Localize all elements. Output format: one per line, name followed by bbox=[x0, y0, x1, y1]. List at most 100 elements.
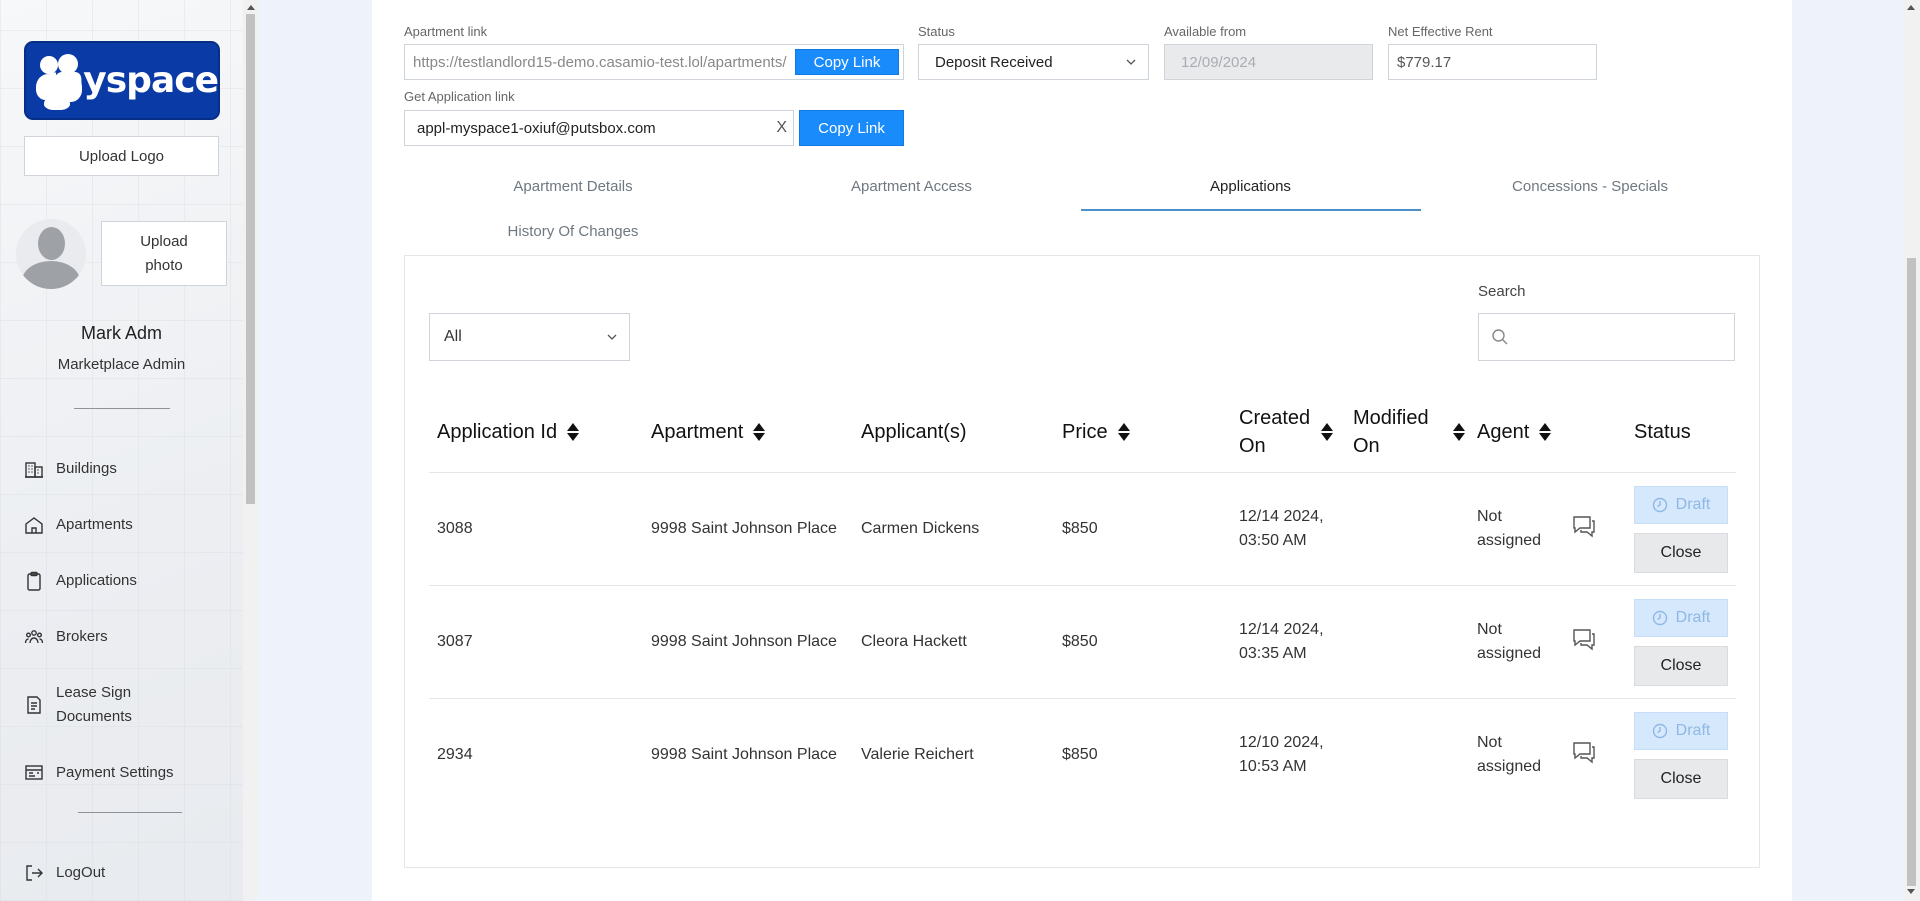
row-divider bbox=[429, 472, 1736, 473]
copy-application-link-button[interactable]: Copy Link bbox=[799, 110, 904, 146]
application-link-value: appl-myspace1-oxiuf@putsbox.com bbox=[417, 119, 656, 137]
sort-icon[interactable] bbox=[1539, 422, 1552, 442]
sidebar-item-lease-sign-documents[interactable]: Lease Sign Documents bbox=[24, 681, 166, 729]
status-select[interactable]: Deposit Received bbox=[918, 44, 1149, 80]
column-header-modified-on[interactable]: Modified On bbox=[1353, 404, 1465, 460]
row-divider bbox=[429, 698, 1736, 699]
tab-history-of-changes[interactable]: History Of Changes bbox=[404, 223, 742, 240]
page-scrollbar-thumb[interactable] bbox=[1907, 258, 1916, 886]
cell-price: $850 bbox=[1062, 746, 1098, 763]
cell-application-id[interactable]: 3087 bbox=[437, 630, 473, 654]
sort-icon[interactable] bbox=[1117, 422, 1130, 442]
created-time: 10:53 AM bbox=[1239, 758, 1307, 775]
agent-line2: assigned bbox=[1477, 532, 1542, 549]
column-header-label: Application Id bbox=[437, 421, 558, 443]
draft-status-button[interactable]: Draft bbox=[1634, 486, 1728, 524]
draft-status-button[interactable]: Draft bbox=[1634, 712, 1728, 750]
upload-photo-line1: Upload bbox=[140, 233, 188, 250]
cell-agent: Not assigned bbox=[1477, 731, 1541, 779]
close-button[interactable]: Close bbox=[1634, 533, 1728, 573]
logout-button[interactable]: LogOut bbox=[24, 861, 105, 885]
clock-icon bbox=[1652, 723, 1667, 739]
chat-icon[interactable] bbox=[1571, 514, 1597, 538]
agent-line1: Not bbox=[1477, 734, 1502, 751]
column-header-apartment[interactable]: Apartment bbox=[651, 418, 766, 446]
sidebar-item-payment-settings[interactable]: Payment Settings bbox=[24, 761, 174, 785]
cell-applicant: Carmen Dickens bbox=[861, 520, 980, 537]
chevron-down-icon bbox=[607, 334, 617, 340]
chat-icon[interactable] bbox=[1571, 627, 1597, 651]
buildings-icon bbox=[25, 462, 43, 478]
agent-line2: assigned bbox=[1477, 758, 1542, 775]
created-date: 12/10 2024, bbox=[1239, 734, 1324, 751]
draft-label: Draft bbox=[1675, 722, 1711, 739]
created-time: 03:35 AM bbox=[1239, 645, 1307, 662]
sort-icon[interactable] bbox=[753, 422, 766, 442]
sidebar-item-buildings[interactable]: Buildings bbox=[24, 457, 117, 481]
filter-value: All bbox=[444, 328, 462, 345]
tab-apartment-details[interactable]: Apartment Details bbox=[404, 178, 742, 195]
column-header-created-on[interactable]: Created On bbox=[1239, 404, 1333, 460]
sidebar-item-apartments[interactable]: Apartments bbox=[24, 513, 133, 537]
sidebar-item-label: Payment Settings bbox=[56, 764, 174, 781]
sort-icon[interactable] bbox=[1321, 422, 1333, 442]
created-date: 12/14 2024, bbox=[1239, 508, 1324, 525]
apartment-link-value: https://testlandlord15-demo.casamio-test… bbox=[413, 53, 787, 71]
column-header-label: Modified bbox=[1353, 407, 1429, 429]
net-effective-rent-label: Net Effective Rent bbox=[1388, 24, 1493, 39]
cell-application-id[interactable]: 2934 bbox=[437, 743, 473, 767]
logout-icon bbox=[26, 865, 43, 881]
sidebar-scrollbar[interactable] bbox=[243, 0, 258, 901]
user-name: Mark Adm bbox=[80, 323, 163, 343]
sort-icon[interactable] bbox=[567, 422, 580, 442]
search-input[interactable] bbox=[1478, 313, 1735, 361]
tab-apartment-access[interactable]: Apartment Access bbox=[742, 178, 1081, 195]
upload-logo-button[interactable]: Upload Logo bbox=[24, 136, 219, 176]
cell-created-on: 12/14 2024, 03:35 AM bbox=[1239, 618, 1324, 666]
sidebar-item-label: Lease Sign Documents bbox=[56, 684, 132, 725]
close-button[interactable]: Close bbox=[1634, 759, 1728, 799]
available-from-label: Available from bbox=[1164, 24, 1247, 39]
column-header-label: Applicant(s) bbox=[861, 421, 967, 443]
chat-icon[interactable] bbox=[1571, 740, 1597, 764]
avatar[interactable] bbox=[16, 219, 86, 289]
cell-apartment: 9998 Saint Johnson Place bbox=[651, 633, 837, 650]
net-effective-rent-field[interactable]: $779.17 bbox=[1388, 44, 1597, 80]
divider bbox=[78, 812, 182, 813]
cell-apartment: 9998 Saint Johnson Place bbox=[651, 746, 837, 763]
column-header-label: On bbox=[1353, 435, 1380, 457]
company-logo: myspace bbox=[24, 41, 220, 120]
cell-application-id[interactable]: 3088 bbox=[437, 517, 473, 541]
sidebar-item-applications[interactable]: Applications bbox=[24, 569, 137, 593]
scroll-up-arrow-icon[interactable] bbox=[247, 5, 255, 10]
created-date: 12/14 2024, bbox=[1239, 621, 1324, 638]
cell-agent: Not assigned bbox=[1477, 618, 1541, 666]
home-icon bbox=[25, 517, 43, 534]
application-link-field[interactable]: appl-myspace1-oxiuf@putsbox.com X bbox=[404, 110, 794, 146]
draft-status-button[interactable]: Draft bbox=[1634, 599, 1728, 637]
sidebar-item-label: Applications bbox=[56, 572, 137, 589]
status-filter-select[interactable]: All bbox=[429, 313, 630, 361]
scroll-up-arrow-icon[interactable] bbox=[1907, 5, 1915, 10]
page-scrollbar[interactable] bbox=[1903, 0, 1920, 901]
tab-applications[interactable]: Applications bbox=[1081, 178, 1420, 195]
clear-icon[interactable]: X bbox=[776, 119, 787, 137]
column-header-label: Status bbox=[1634, 421, 1691, 443]
upload-photo-button[interactable]: Upload photo bbox=[101, 221, 227, 286]
column-header-status: Status bbox=[1634, 418, 1691, 446]
column-header-label: On bbox=[1239, 435, 1266, 457]
sidebar-item-brokers[interactable]: Brokers bbox=[24, 625, 108, 649]
copy-apartment-link-button[interactable]: Copy Link bbox=[795, 49, 899, 75]
active-tab-indicator bbox=[1081, 209, 1421, 211]
created-time: 03:50 AM bbox=[1239, 532, 1307, 549]
sidebar-scrollbar-thumb[interactable] bbox=[246, 14, 255, 504]
apartment-link-label: Apartment link bbox=[404, 24, 488, 39]
column-header-application-id[interactable]: Application Id bbox=[437, 418, 580, 446]
column-header-agent[interactable]: Agent bbox=[1477, 418, 1552, 446]
close-button[interactable]: Close bbox=[1634, 646, 1728, 686]
column-header-price[interactable]: Price bbox=[1062, 418, 1130, 446]
tab-concessions-specials[interactable]: Concessions - Specials bbox=[1421, 178, 1759, 195]
column-header-label: Price bbox=[1062, 421, 1108, 443]
scroll-down-arrow-icon[interactable] bbox=[1907, 889, 1915, 894]
sort-icon[interactable] bbox=[1453, 422, 1465, 442]
